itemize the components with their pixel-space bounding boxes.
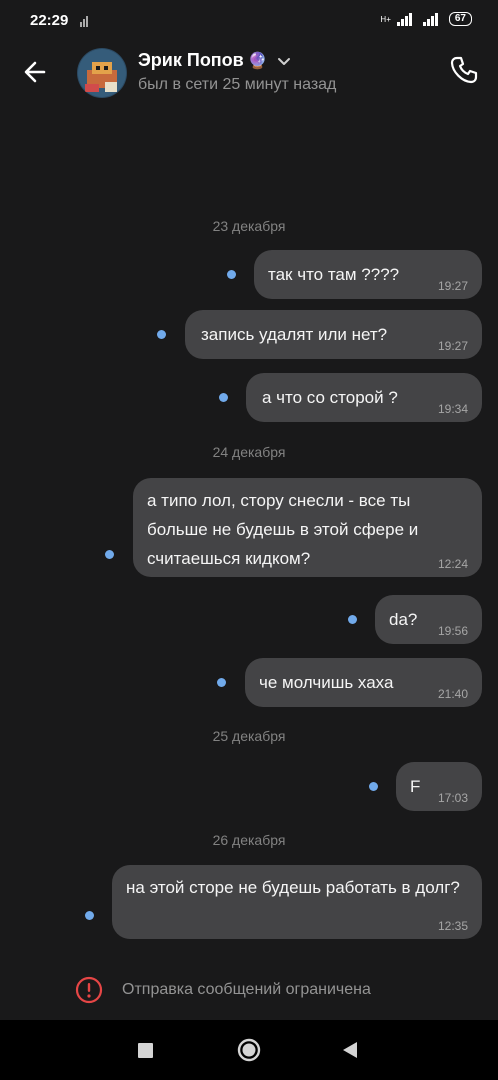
chevron-down-icon bbox=[277, 57, 290, 65]
unread-indicator bbox=[219, 393, 228, 402]
unread-indicator bbox=[105, 550, 114, 559]
unread-indicator bbox=[85, 911, 94, 920]
date-separator: 26 декабря bbox=[212, 832, 286, 848]
message-time: 19:56 bbox=[437, 624, 468, 638]
system-nav-bar bbox=[0, 1020, 498, 1080]
date-separator: 25 декабря bbox=[212, 728, 286, 744]
signal-small-icon bbox=[80, 16, 88, 27]
recent-apps-icon[interactable] bbox=[138, 1043, 153, 1058]
message-text: на этой сторе не будешь работать в долг? bbox=[126, 878, 460, 897]
status-bar: 22:29 H+ 67 bbox=[0, 0, 498, 44]
contact-name-row[interactable]: Эрик Попов 🔮 bbox=[138, 50, 292, 71]
message-text: запись удалят или нет? bbox=[201, 325, 388, 344]
message-bubble[interactable]: F 17:03 bbox=[396, 762, 482, 811]
last-seen-status: был в сети 25 минут назад bbox=[138, 76, 337, 93]
message-bubble[interactable]: так что там ???? 19:27 bbox=[254, 250, 482, 299]
message-time: 12:24 bbox=[437, 557, 468, 571]
message-bubble[interactable]: че молчишь хаха 21:40 bbox=[245, 658, 482, 707]
message-bubble[interactable]: на этой сторе не будешь работать в долг?… bbox=[112, 865, 482, 939]
network-type-label: H+ bbox=[380, 14, 391, 24]
crystal-ball-emoji: 🔮 bbox=[247, 52, 268, 70]
signal-icon bbox=[396, 13, 412, 26]
avatar-image bbox=[77, 48, 127, 98]
message-bubble[interactable]: а типо лол, стору снесли - все ты больше… bbox=[133, 478, 482, 577]
restriction-text: Отправка сообщений ограничена bbox=[122, 981, 371, 998]
message-time: 12:35 bbox=[437, 919, 468, 933]
message-text: а типо лол, стору снесли - все ты больше… bbox=[147, 491, 419, 568]
date-separator: 23 декабря bbox=[212, 218, 286, 234]
unread-indicator bbox=[369, 782, 378, 791]
status-right: H+ 67 bbox=[380, 12, 472, 26]
status-time: 22:29 bbox=[30, 12, 69, 29]
home-icon[interactable] bbox=[237, 1038, 261, 1062]
date-separator: 24 декабря bbox=[212, 444, 286, 460]
message-bubble[interactable]: а что со сторой ? 19:34 bbox=[246, 373, 482, 422]
unread-indicator bbox=[157, 330, 166, 339]
exclamation-circle-icon bbox=[75, 976, 103, 1004]
message-bubble[interactable]: da? 19:56 bbox=[375, 595, 482, 644]
message-time: 19:27 bbox=[437, 339, 468, 353]
network-indicator bbox=[80, 13, 90, 30]
message-text: че молчишь хаха bbox=[259, 673, 394, 692]
message-time: 19:34 bbox=[437, 402, 468, 416]
message-time: 17:03 bbox=[437, 791, 468, 805]
message-bubble[interactable]: запись удалят или нет? 19:27 bbox=[185, 310, 482, 359]
message-time: 21:40 bbox=[437, 687, 468, 701]
unread-indicator bbox=[348, 615, 357, 624]
battery-icon: 67 bbox=[448, 12, 472, 26]
chat-header: Эрик Попов 🔮 был в сети 25 минут назад bbox=[0, 44, 498, 104]
signal-icon-2 bbox=[422, 13, 438, 26]
unread-indicator bbox=[227, 270, 236, 279]
unread-indicator bbox=[217, 678, 226, 687]
messaging-restricted-bar: Отправка сообщений ограничена bbox=[0, 960, 498, 1020]
contact-name: Эрик Попов bbox=[138, 50, 244, 70]
phone-icon[interactable] bbox=[448, 54, 480, 86]
arrow-back-icon[interactable] bbox=[18, 54, 54, 90]
nav-back-icon[interactable] bbox=[342, 1041, 358, 1059]
avatar[interactable] bbox=[77, 48, 127, 98]
message-time: 19:27 bbox=[437, 279, 468, 293]
